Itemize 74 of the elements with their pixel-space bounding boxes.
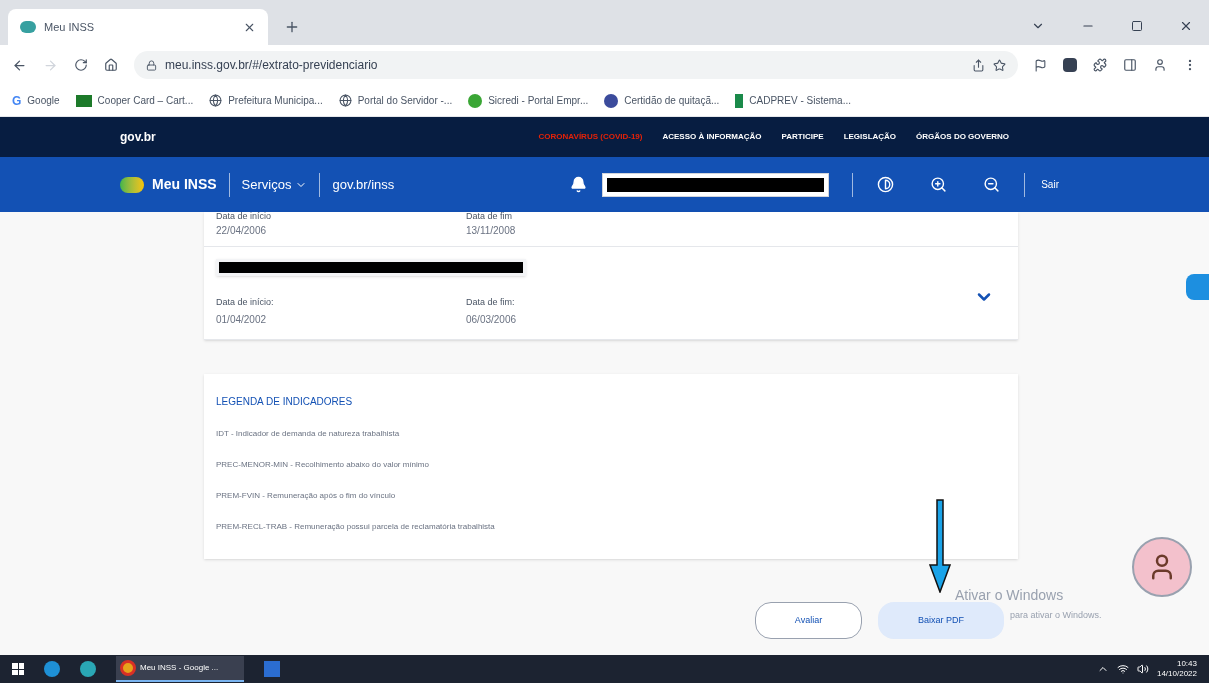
assistant-avatar[interactable] [1132, 537, 1192, 597]
back-icon[interactable] [12, 57, 27, 73]
field-label: Data de fim: [466, 296, 516, 309]
extension-icon[interactable] [1063, 58, 1077, 72]
maximize-icon[interactable] [1131, 20, 1143, 32]
side-panel-icon[interactable] [1123, 58, 1137, 72]
bookmark-item[interactable]: Prefeitura Municipa... [209, 93, 323, 108]
legend-title: LEGENDA DE INDICADORES [216, 394, 354, 409]
volume-icon[interactable] [1136, 663, 1149, 675]
field-value: 13/11/2008 [466, 224, 516, 238]
reload-icon[interactable] [74, 58, 88, 72]
zoom-in-icon[interactable] [930, 176, 948, 193]
field-value: 22/04/2006 [216, 224, 268, 238]
card-icon [75, 94, 92, 107]
field-label: Data de início [216, 212, 273, 221]
browser-icon[interactable] [44, 661, 60, 677]
legend-item: PREM-RECL-TRAB - Remuneração possui parcela de reclamatória trabalhista [216, 520, 496, 533]
share-icon[interactable] [972, 58, 985, 72]
clock-date: 14/10/2022 [1156, 669, 1197, 679]
globe-icon [338, 94, 352, 107]
gov-link[interactable]: ACESSO À INFORMAÇÃO [662, 131, 762, 143]
gov-link[interactable]: CORONAVÍRUS (COVID-19) [538, 131, 643, 143]
new-tab-icon[interactable] [284, 19, 300, 35]
bookmark-item[interactable]: G Google [12, 93, 60, 108]
chrome-icon [120, 660, 136, 676]
clock-time: 10:43 [1176, 659, 1197, 669]
activation-text: para ativar o Windows. [1010, 609, 1102, 622]
zoom-out-icon[interactable] [983, 176, 1001, 193]
close-icon[interactable] [1179, 19, 1193, 33]
site-icon [20, 21, 36, 33]
flag-icon[interactable] [1034, 58, 1047, 72]
legend-item: PREC-MENOR-MIN - Recolhimento abaixo do valor mínimo [216, 458, 430, 471]
field-label: Data de fim [466, 212, 514, 221]
gov-link[interactable]: LEGISLAÇÃO [843, 131, 897, 143]
browser-icon[interactable] [80, 661, 96, 677]
bookmark-item[interactable]: CADPREV - Sistema... [735, 93, 851, 108]
browser-tab[interactable]: Meu INSS [8, 9, 268, 45]
bookmark-item[interactable]: Portal do Servidor -... [338, 93, 453, 108]
legend-item: PREM-FVIN - Remuneração após o fim do vínculo [216, 489, 397, 502]
action-button[interactable]: Avaliar [755, 602, 862, 639]
side-widget-icon[interactable] [1186, 274, 1209, 300]
seal-icon [604, 93, 619, 108]
contrast-icon[interactable] [877, 176, 895, 193]
bookmark-star-icon[interactable] [993, 58, 1006, 72]
gov-link[interactable]: ÓRGÃOS DO GOVERNO [916, 131, 1009, 143]
inss-link[interactable]: gov.br/inss [332, 174, 395, 195]
services-menu[interactable]: Serviços [241, 174, 308, 195]
legend-item: IDT - Indicador de demanda de natureza trabalhista [216, 427, 401, 440]
field-label: Data de início: [216, 296, 275, 309]
gov-link[interactable]: PARTICIPE [781, 131, 824, 143]
taskbar-window[interactable]: Meu INSS - Google ... [116, 656, 244, 682]
notifications-icon[interactable] [570, 176, 588, 193]
field-value: 06/03/2006 [466, 312, 517, 327]
app-title[interactable]: Meu INSS [152, 174, 217, 195]
bookmark-item[interactable]: Certidão de quitaçã... [604, 93, 720, 108]
field-value: 01/04/2002 [216, 312, 268, 327]
bookmark-item[interactable]: Sicredi - Portal Empr... [468, 93, 589, 108]
google-icon: G [12, 94, 22, 107]
logout-link[interactable]: Sair [1041, 177, 1059, 192]
profile-icon[interactable] [1153, 58, 1167, 72]
bookmark-item[interactable]: Cooper Card – Cart... [75, 93, 194, 108]
activation-title: Ativar o Windows [955, 586, 1064, 605]
extensions-icon[interactable] [1093, 58, 1107, 72]
flower-icon [468, 93, 483, 108]
address-bar[interactable]: meu.inss.gov.br/#/extrato-previdenciario [134, 51, 1018, 79]
inss-logo-icon [120, 176, 144, 193]
pin-icon [735, 93, 744, 108]
gov-logo[interactable]: gov.br [120, 128, 156, 146]
globe-icon [209, 94, 223, 107]
lock-icon [146, 59, 157, 71]
action-button[interactable]: Baixar PDF [878, 602, 1004, 639]
start-icon[interactable] [12, 663, 24, 675]
home-icon[interactable] [104, 58, 118, 72]
network-icon[interactable] [1116, 663, 1129, 675]
